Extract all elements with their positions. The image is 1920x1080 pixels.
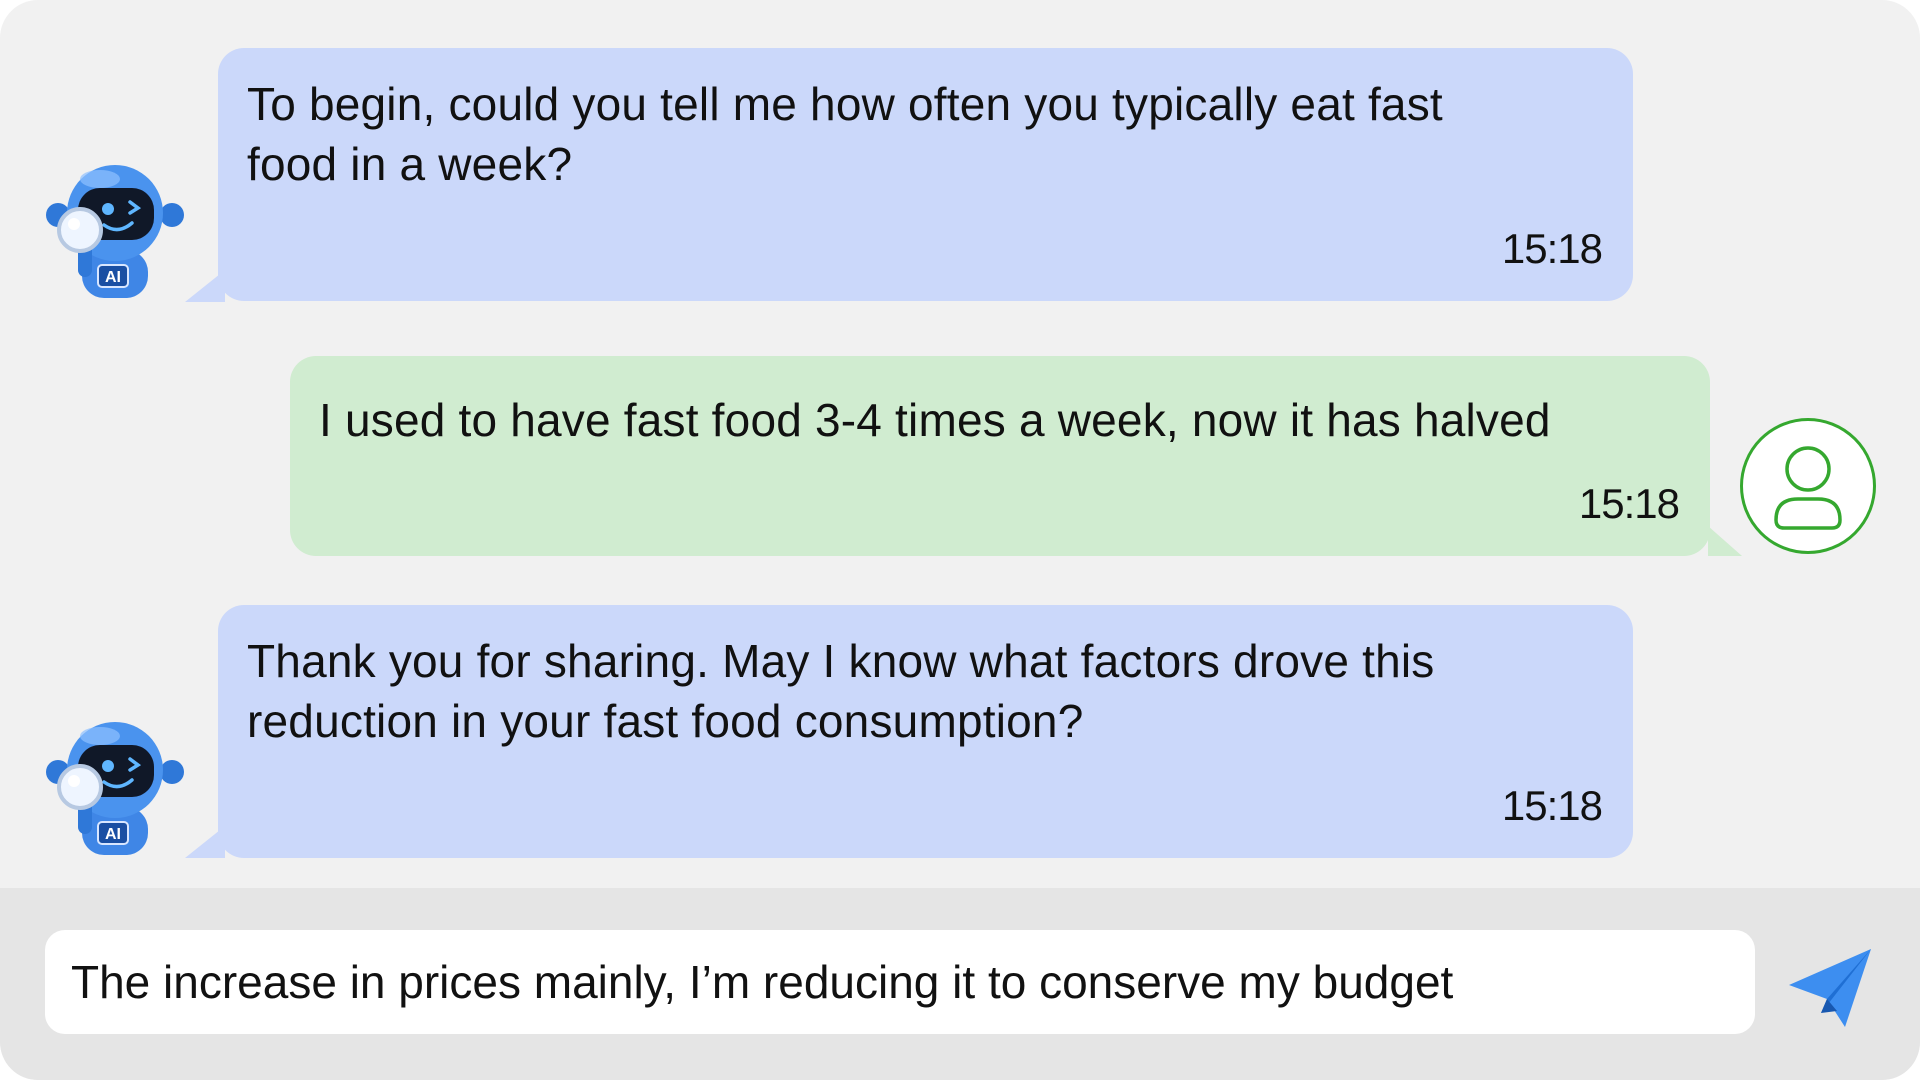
message-timestamp: 15:18 (1501, 782, 1603, 829)
message-bubble: Thank you for sharing. May I know what f… (218, 605, 1633, 858)
chat-window: AI To begin, could you tell me how often… (0, 0, 1920, 1080)
message-composer: The increase in prices mainly, I’m reduc… (0, 888, 1920, 1080)
paper-plane-send-icon[interactable] (1785, 943, 1875, 1033)
message-input[interactable]: The increase in prices mainly, I’m reduc… (45, 930, 1755, 1034)
svg-text:AI: AI (105, 826, 121, 843)
robot-mascot-icon: AI (46, 722, 184, 855)
message-text: Thank you for sharing. May I know what f… (247, 635, 1435, 747)
bot-message: AI Thank you for sharing. May I know wha… (0, 0, 1920, 870)
